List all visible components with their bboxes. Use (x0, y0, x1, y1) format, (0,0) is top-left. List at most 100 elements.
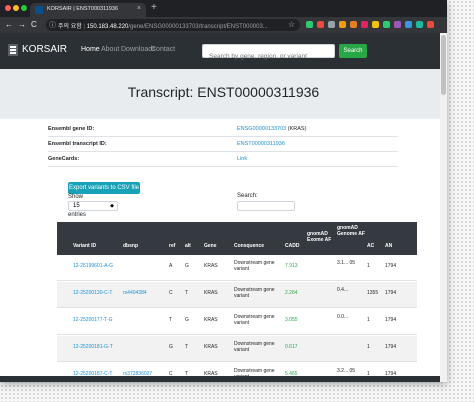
cell-cadd: 3.055 (285, 317, 298, 323)
extension-icon[interactable] (383, 21, 390, 28)
cell-an: 1794 (385, 263, 397, 269)
korsair-logo-icon[interactable] (8, 44, 18, 56)
nav-home[interactable]: Home (81, 46, 100, 53)
cell-variant-id[interactable]: 12-25200177-T-G (73, 317, 112, 323)
cell-gene: KRAS (204, 344, 218, 350)
extension-icon[interactable] (427, 21, 434, 28)
page-header: Transcript: ENST00000311936 (0, 69, 447, 119)
cell-gnomad-genome-af: 3.1... 05 (337, 260, 356, 266)
col-gene[interactable]: Gene (204, 243, 217, 249)
extension-icon[interactable] (328, 21, 335, 28)
cell-cadd: 2.264 (285, 290, 298, 296)
cell-ref: G (169, 344, 173, 350)
cell-an: 1794 (385, 290, 397, 296)
cell-cadd: 7.913 (285, 263, 298, 269)
cell-variant-id[interactable]: 12-25200181-G-T (73, 344, 113, 350)
new-tab-button[interactable]: + (151, 3, 157, 13)
cell-consequence: Downstream gene variant (234, 260, 275, 272)
back-button[interactable]: ← (5, 20, 13, 29)
scrollbar-thumb[interactable] (441, 35, 446, 95)
cell-alt: G (185, 263, 189, 269)
divider (48, 136, 398, 137)
browser-toolbar: ← → C ⓘ 주의 요함 | 150.183.48.220/gene/ENSG… (0, 17, 447, 33)
page-scrollbar[interactable] (440, 33, 447, 382)
table-search-label: Search: (237, 193, 258, 199)
col-gnomad-genome-af[interactable]: gnomAD Genome AF (337, 225, 367, 237)
genecards-value: Link (237, 156, 247, 162)
table-row: 12-25200177-T-G T G KRAS Downstream gene var… (57, 309, 417, 335)
cell-ac: 1 (367, 317, 370, 323)
cell-consequence: Downstream gene variant (234, 287, 275, 299)
extension-icon[interactable] (317, 21, 324, 28)
entries-per-page-select[interactable]: 15 ◆ (68, 201, 118, 211)
nav-about[interactable]: About (101, 46, 119, 53)
col-gnomad-exome-af[interactable]: gnomAD Exome AF (307, 231, 337, 243)
entries-label: entries (68, 212, 87, 218)
site-search-box (202, 44, 335, 63)
site-search-input[interactable] (203, 50, 334, 63)
col-consequence[interactable]: Consquence (234, 243, 264, 249)
minimize-window-button[interactable] (13, 5, 19, 11)
reload-button[interactable]: C (31, 20, 37, 29)
forward-button[interactable]: → (18, 20, 26, 29)
tab-title: KORSAIR | ENST000311936 (47, 6, 119, 12)
cell-dbsnp[interactable]: rs4404384 (123, 290, 147, 296)
table-search-input[interactable] (237, 201, 295, 211)
gene-id-link[interactable]: ENSG00000133703 (237, 126, 286, 132)
address-bar[interactable]: ⓘ 주의 요함 | 150.183.48.220/gene/ENSG000001… (46, 19, 300, 31)
cell-variant-id[interactable]: 12-25200130-C-T (73, 290, 112, 296)
cell-gene: KRAS (204, 317, 218, 323)
site-info-icon[interactable]: ⓘ (49, 20, 56, 30)
url-path: /gene/ENSG00000133703/transcript/ENST000… (128, 24, 268, 30)
cell-gene: KRAS (204, 290, 218, 296)
tab-strip: KORSAIR | ENST000311936 × + (0, 0, 447, 17)
extension-icon[interactable] (416, 21, 423, 28)
extension-icon[interactable] (339, 21, 346, 28)
extension-icon[interactable] (372, 21, 379, 28)
col-cadd[interactable]: CADD (285, 243, 299, 249)
divider (48, 151, 398, 152)
cell-alt: T (185, 290, 189, 296)
url-host: 150.183.48.220 (86, 24, 129, 30)
cell-consequence: Downstream gene variant (234, 314, 275, 326)
entries-per-page-value: 15 (73, 203, 80, 209)
cell-ref: C (169, 290, 173, 296)
genecards-link[interactable]: Link (237, 156, 247, 162)
extension-icon[interactable] (394, 21, 401, 28)
tab-close-icon[interactable]: × (137, 5, 141, 12)
cell-gnomad-genome-af: 3.2... 05 (337, 368, 356, 374)
brand-name[interactable]: KORSAIR (22, 44, 67, 55)
gene-id-label: Ensembl gene ID: (48, 126, 95, 132)
gene-id-value: ENSG00000133703 (KRAS) (237, 126, 306, 132)
col-an[interactable]: AN (385, 243, 392, 249)
cell-an: 1794 (385, 317, 397, 323)
close-window-button[interactable] (5, 5, 11, 11)
cell-gene: KRAS (204, 263, 218, 269)
extension-icon[interactable] (350, 21, 357, 28)
site-search-button[interactable]: Search (339, 44, 367, 58)
browser-window: KORSAIR | ENST000311936 × + ← → C ⓘ 주의 요… (0, 0, 447, 382)
browser-tab[interactable]: KORSAIR | ENST000311936 × (30, 3, 146, 17)
cell-ref: A (169, 263, 173, 269)
extension-icon[interactable] (405, 21, 412, 28)
transcript-id-value: ENST00000311936 (237, 141, 285, 147)
col-ref[interactable]: ref (169, 243, 175, 249)
cell-gnomad-genome-af: 0.4... (337, 287, 349, 293)
col-ac[interactable]: AC (367, 243, 374, 249)
bookmark-star-icon[interactable]: ☆ (288, 20, 295, 29)
cell-alt: T (185, 344, 189, 350)
cell-ac: 1 (367, 344, 370, 350)
export-csv-button[interactable]: Export variants to CSV file (68, 182, 140, 194)
col-alt[interactable]: alt (185, 243, 191, 249)
table-header: Variant ID dbsnp ref alt Gene Consquence… (57, 222, 417, 255)
extension-icon[interactable] (361, 21, 368, 28)
col-variant-id[interactable]: Variant ID (73, 243, 96, 249)
site-navbar: KORSAIR Home About Downloads Contact Sea… (0, 33, 447, 69)
zoom-window-button[interactable] (21, 5, 27, 11)
col-dbsnp[interactable]: dbsnp (123, 243, 138, 249)
cell-variant-id[interactable]: 12-25199601-A-G (73, 263, 113, 269)
security-label: 주의 요함 (58, 24, 82, 30)
extension-icon[interactable] (306, 21, 313, 28)
nav-contact[interactable]: Contact (151, 46, 175, 53)
transcript-id-link[interactable]: ENST00000311936 (237, 141, 285, 147)
